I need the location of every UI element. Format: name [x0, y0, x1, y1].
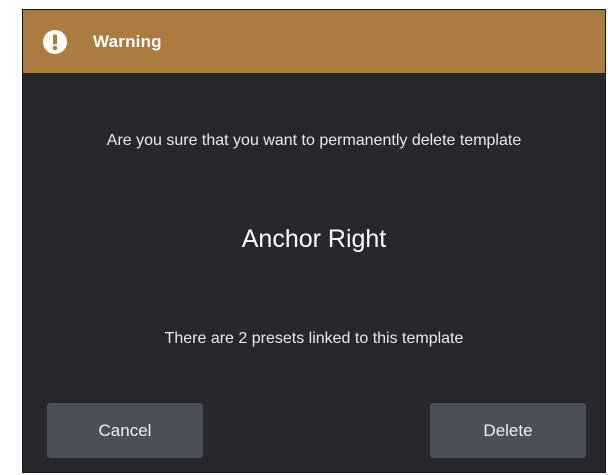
- linked-presets-note: There are 2 presets linked to this templ…: [164, 330, 464, 347]
- exclamation-circle-icon: [43, 30, 67, 54]
- cancel-button[interactable]: Cancel: [47, 403, 203, 458]
- delete-button[interactable]: Delete: [430, 403, 586, 458]
- dialog-title: Warning: [93, 32, 162, 51]
- delete-confirmation-question: Are you sure that you want to permanentl…: [106, 132, 522, 149]
- dialog-titlebar: Warning: [23, 10, 605, 73]
- template-name: Anchor Right: [241, 225, 387, 253]
- warning-dialog: Warning Are you sure that you want to pe…: [22, 9, 606, 473]
